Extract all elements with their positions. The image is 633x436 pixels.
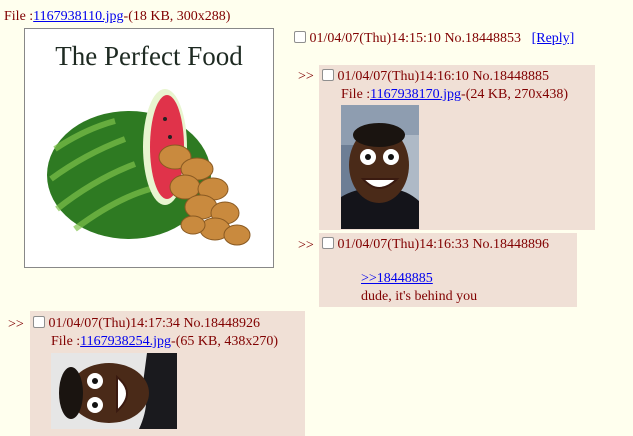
op-reply-link[interactable]: [Reply] [532, 31, 575, 46]
reply-3-checkbox[interactable] [33, 316, 45, 328]
reply-3-file-link[interactable]: 1167938254.jpg [80, 334, 171, 349]
reply-2-post-number[interactable]: No.18448896 [472, 237, 549, 252]
reply-1-post-number[interactable]: No.18448885 [472, 69, 549, 84]
reply-3-post-number[interactable]: No.18448926 [183, 316, 260, 331]
watermelon-nuggets-image: The Perfect Food [25, 29, 273, 267]
op-image-caption: The Perfect Food [55, 41, 243, 71]
reply-1: 01/04/07(Thu)14:16:10 No.18448885 File :… [319, 65, 595, 230]
reply-2-comment: >>18448885 dude, it's behind you [361, 270, 477, 306]
op-image[interactable]: The Perfect Food [24, 28, 274, 268]
sideways-face-image [51, 353, 177, 429]
reply-1-file-meta: -(24 KB, 270x438) [461, 87, 568, 102]
op-file-info: File :1167938110.jpg-(18 KB, 300x288) [4, 9, 230, 25]
reply-3-arrow: >> [8, 317, 24, 332]
reply-3-file-meta: -(65 KB, 438x270) [171, 334, 278, 349]
reply-3-image[interactable] [51, 353, 177, 429]
reply-3: 01/04/07(Thu)14:17:34 No.18448926 File :… [30, 311, 305, 436]
reply-1-file-info: File :1167938170.jpg-(24 KB, 270x438) [341, 87, 568, 103]
surprised-face-image [341, 105, 419, 229]
reply-1-file-label: File : [341, 87, 371, 102]
op-select-checkbox[interactable] [294, 31, 306, 43]
reply-1-checkbox[interactable] [322, 69, 334, 81]
op-post-header: 01/04/07(Thu)14:15:10 No.18448853 [Reply… [294, 31, 574, 47]
op-file-meta: -(18 KB, 300x288) [123, 9, 231, 24]
reply-3-datetime: 01/04/07(Thu)14:17:34 [48, 316, 180, 331]
reply-3-file-label: File : [51, 334, 81, 349]
reply-1-header: 01/04/07(Thu)14:16:10 No.18448885 [322, 69, 549, 85]
reply-2: 01/04/07(Thu)14:16:33 No.18448896 >>1844… [319, 233, 577, 307]
reply-1-file-link[interactable]: 1167938170.jpg [370, 87, 461, 102]
op-datetime: 01/04/07(Thu)14:15:10 [309, 31, 441, 46]
reply-1-datetime: 01/04/07(Thu)14:16:10 [337, 69, 469, 84]
op-post-number[interactable]: No.18448853 [444, 31, 521, 46]
reply-3-file-info: File :1167938254.jpg-(65 KB, 438x270) [51, 334, 278, 350]
reply-3-header: 01/04/07(Thu)14:17:34 No.18448926 [33, 316, 260, 332]
reply-2-checkbox[interactable] [322, 237, 334, 249]
op-file-label: File : [4, 9, 34, 24]
reply-2-datetime: 01/04/07(Thu)14:16:33 [337, 237, 469, 252]
reply-2-header: 01/04/07(Thu)14:16:33 No.18448896 [322, 237, 549, 253]
reply-2-comment-text: dude, it's behind you [361, 289, 478, 304]
reply-2-arrow: >> [298, 238, 314, 253]
reply-2-quote-link[interactable]: >>18448885 [361, 271, 433, 286]
reply-1-image[interactable] [341, 105, 419, 229]
reply-1-arrow: >> [298, 69, 314, 84]
op-file-link[interactable]: 1167938110.jpg [33, 9, 123, 24]
